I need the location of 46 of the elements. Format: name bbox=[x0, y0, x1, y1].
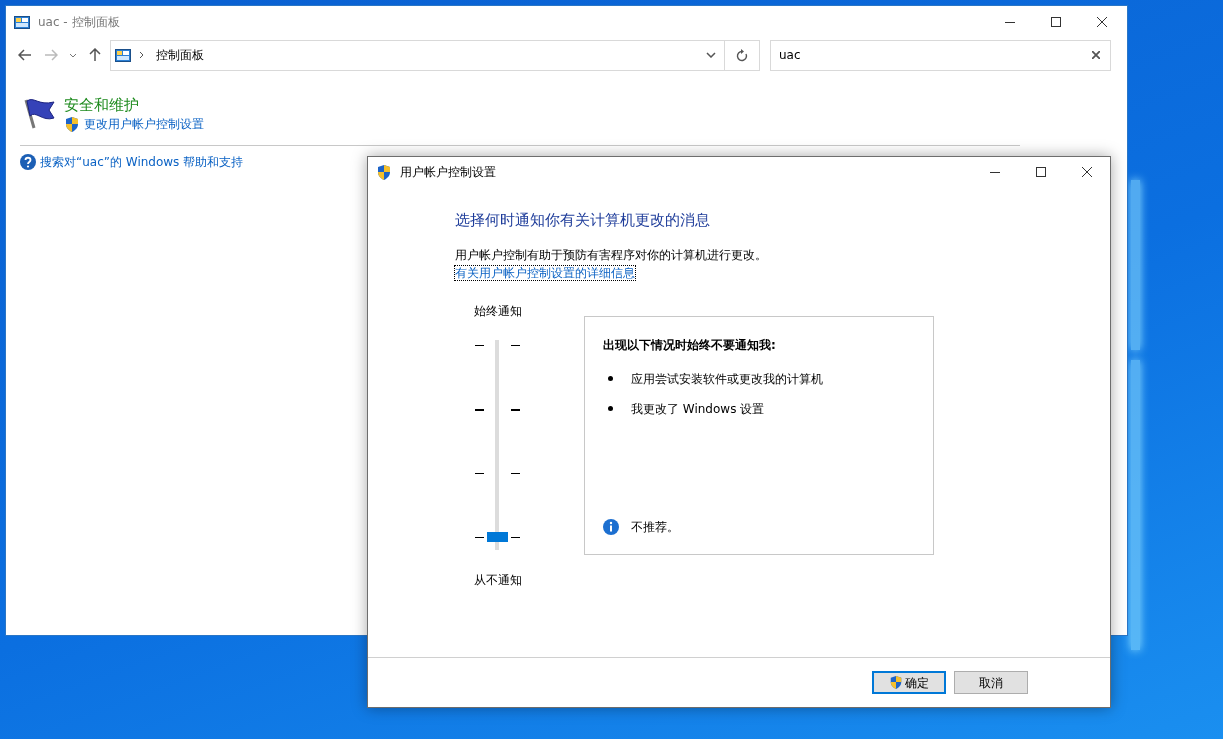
cancel-button[interactable]: 取消 bbox=[954, 671, 1028, 694]
maximize-icon bbox=[1036, 167, 1046, 177]
slider-top-label: 始终通知 bbox=[474, 302, 522, 320]
breadcrumb-item[interactable]: 控制面板 bbox=[156, 46, 204, 64]
caret-icon bbox=[706, 52, 716, 58]
slider-thumb[interactable] bbox=[487, 531, 508, 542]
caret-icon bbox=[69, 52, 77, 58]
refresh-icon bbox=[736, 48, 748, 62]
dialog-title: 用户帐户控制设置 bbox=[400, 164, 496, 181]
result-link[interactable]: 更改用户帐户控制设置 bbox=[84, 115, 204, 133]
info-icon bbox=[603, 518, 619, 535]
info-heading: 出现以下情况时始终不要通知我: bbox=[603, 336, 777, 354]
close-icon bbox=[1097, 17, 1107, 27]
details-link[interactable]: 有关用户帐户控制设置的详细信息 bbox=[455, 265, 635, 280]
shield-icon bbox=[889, 675, 903, 690]
minimize-icon bbox=[990, 171, 1000, 173]
shield-icon bbox=[376, 163, 392, 181]
flag-icon bbox=[22, 96, 56, 130]
help-link[interactable]: 搜索对“uac”的 Windows 帮助和支持 bbox=[40, 153, 244, 171]
info-bullet-text: 我更改了 Windows 设置 bbox=[631, 400, 765, 418]
up-arrow-icon bbox=[89, 48, 101, 62]
control-panel-icon bbox=[14, 15, 30, 29]
control-panel-icon bbox=[115, 48, 131, 62]
search-field[interactable]: uac bbox=[770, 39, 1111, 71]
result-heading[interactable]: 安全和维护 bbox=[64, 96, 204, 115]
chevron-icon bbox=[139, 51, 144, 59]
window-title: uac - 控制面板 bbox=[38, 14, 120, 31]
close-icon bbox=[1082, 167, 1092, 177]
forward-arrow-icon bbox=[44, 49, 58, 61]
info-note: 不推荐。 bbox=[631, 518, 679, 536]
search-text: uac bbox=[778, 47, 802, 64]
bullet-icon bbox=[608, 406, 613, 411]
address-bar[interactable]: 控制面板 bbox=[110, 39, 760, 71]
info-bullet-text: 应用尝试安装软件或更改我的计算机 bbox=[631, 370, 823, 388]
close-icon bbox=[1092, 51, 1100, 59]
ok-button[interactable]: 确定 bbox=[872, 671, 946, 694]
help-icon bbox=[20, 154, 36, 170]
bullet-icon bbox=[608, 376, 613, 381]
back-arrow-icon bbox=[18, 49, 32, 61]
slider[interactable] bbox=[473, 339, 523, 550]
dialog-heading: 选择何时通知你有关计算机更改的消息 bbox=[455, 210, 711, 231]
shield-icon bbox=[64, 115, 80, 133]
minimize-icon bbox=[1005, 21, 1015, 23]
maximize-icon bbox=[1051, 17, 1061, 27]
dialog-description: 用户帐户控制有助于预防有害程序对你的计算机进行更改。 bbox=[455, 246, 768, 264]
slider-bottom-label: 从不通知 bbox=[474, 571, 522, 589]
